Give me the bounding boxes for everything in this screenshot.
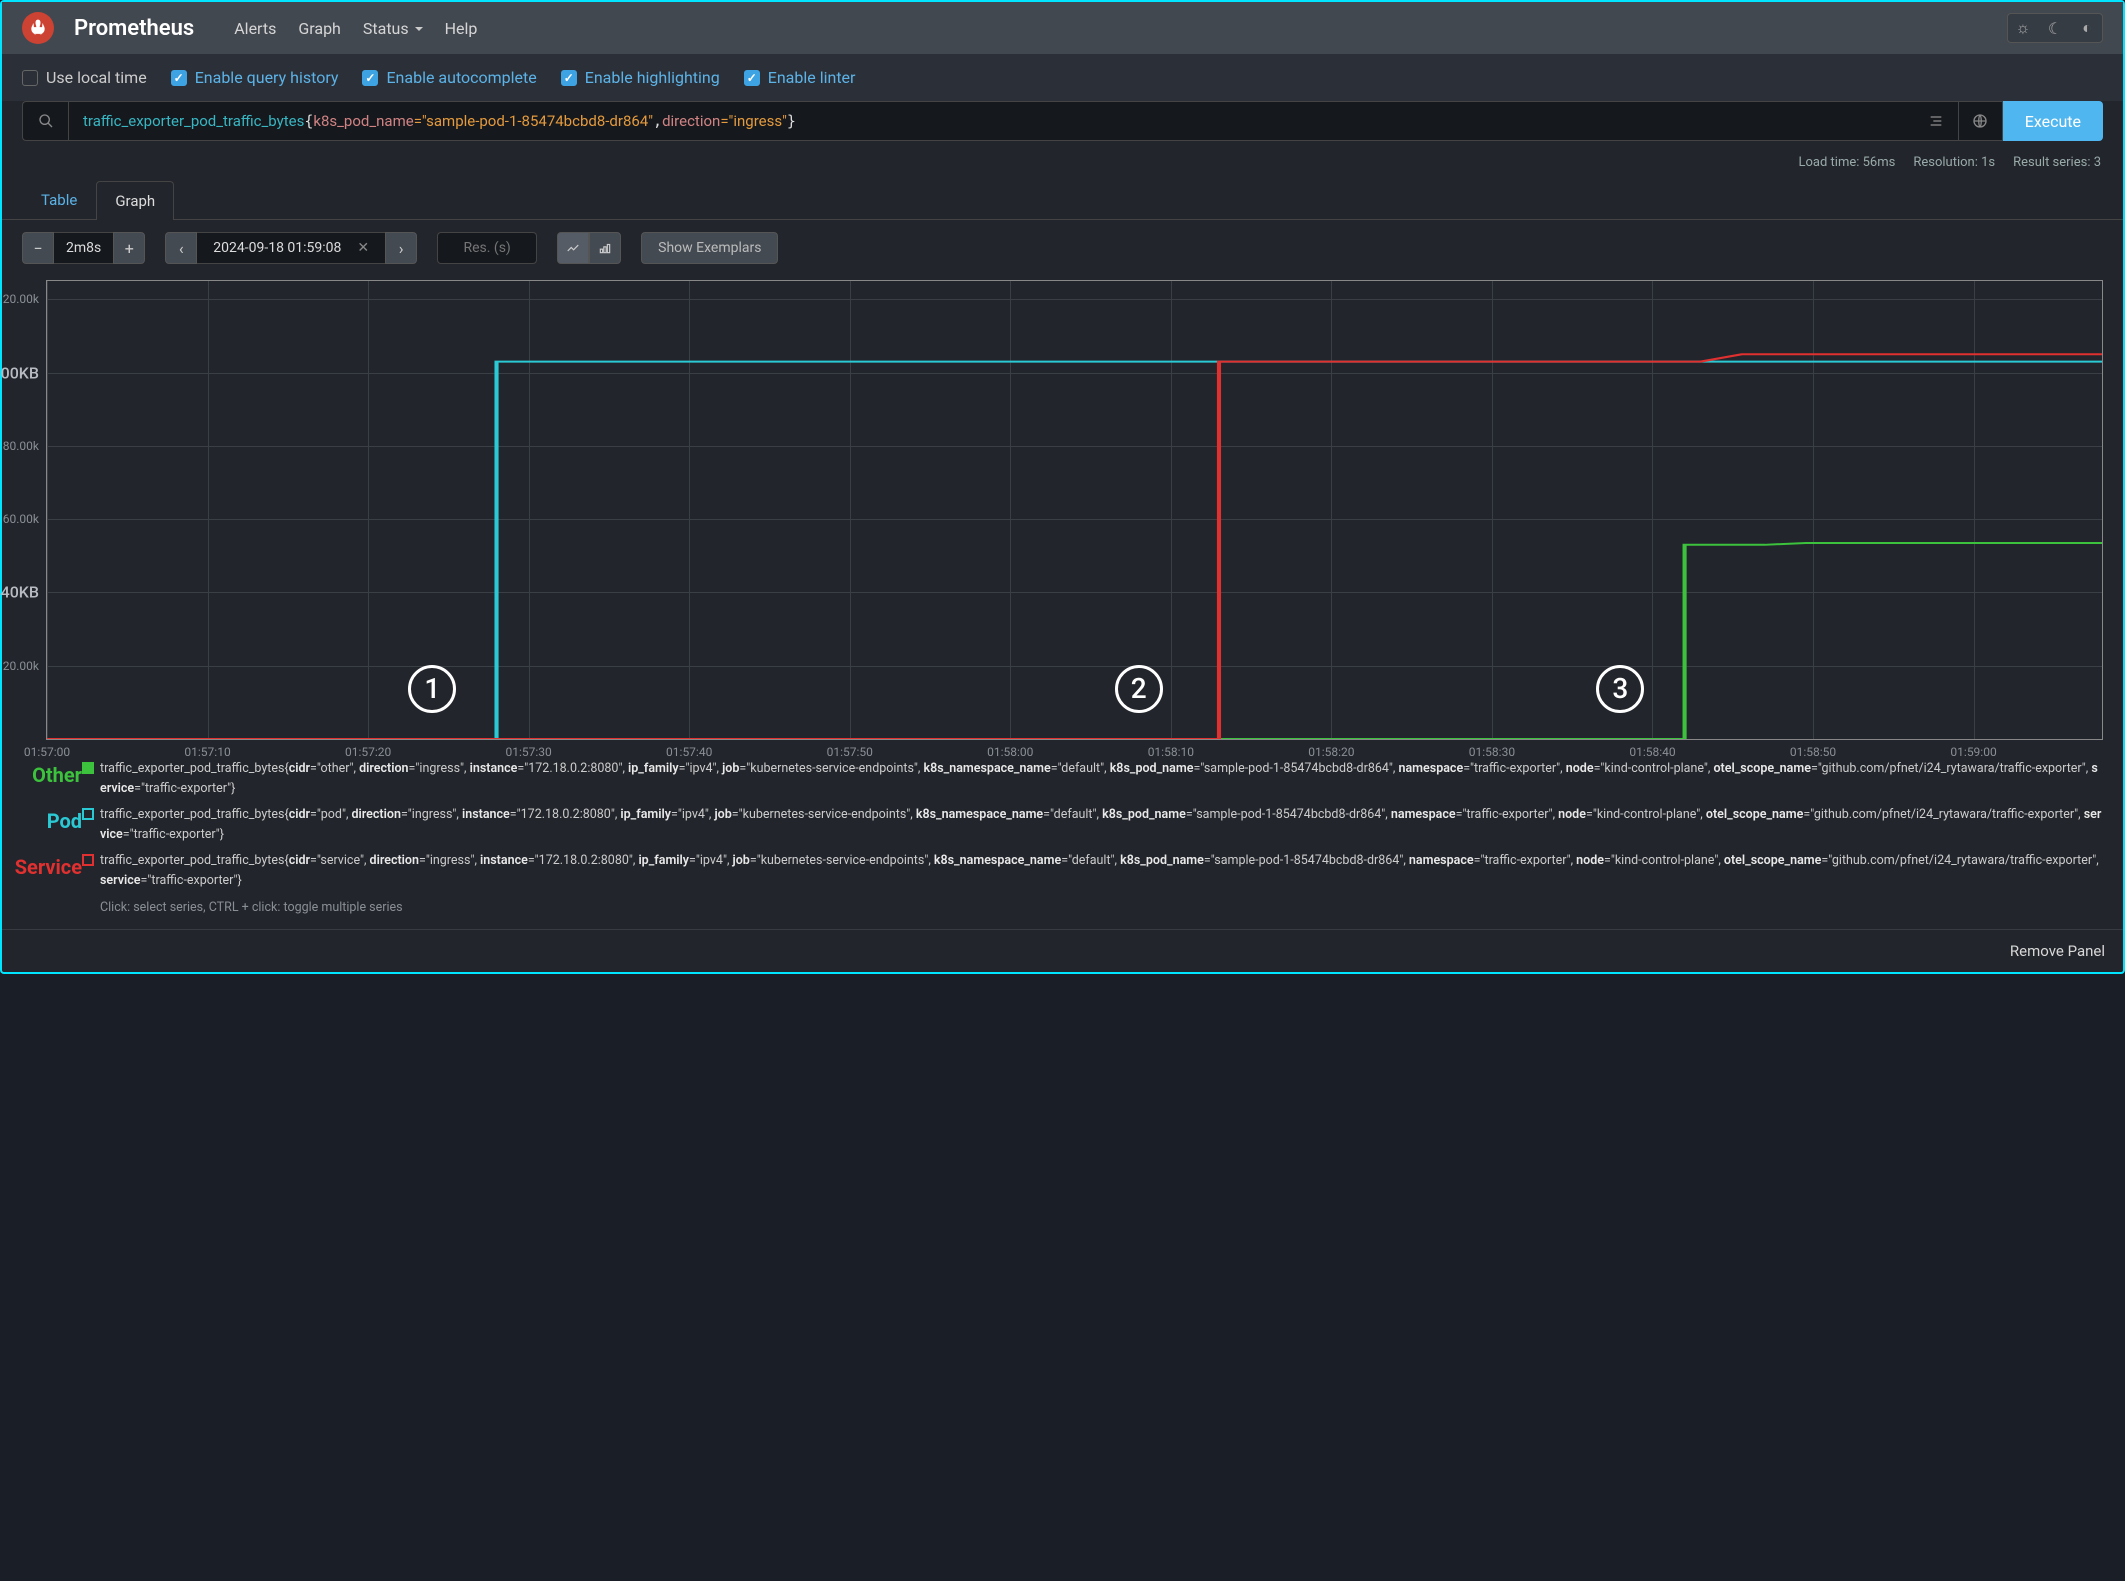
- stacked-chart-icon[interactable]: [589, 232, 621, 264]
- resolution-input[interactable]: [437, 232, 537, 264]
- load-time: Load time: 56ms: [1799, 155, 1896, 170]
- range-decrease-button[interactable]: −: [22, 232, 54, 264]
- nav-graph[interactable]: Graph: [298, 19, 341, 38]
- show-exemplars-button[interactable]: Show Exemplars: [641, 232, 778, 264]
- option-2[interactable]: Enable autocomplete: [362, 68, 536, 87]
- query-row: traffic_exporter_pod_traffic_bytes{k8s_p…: [2, 101, 2123, 151]
- tab-table[interactable]: Table: [22, 180, 96, 219]
- option-label: Use local time: [46, 68, 147, 87]
- sun-icon[interactable]: ☼: [2008, 14, 2038, 42]
- execute-button[interactable]: Execute: [2003, 101, 2103, 141]
- tabs: Table Graph: [2, 180, 2123, 220]
- option-label: Enable linter: [768, 68, 856, 87]
- option-label: Enable query history: [195, 68, 339, 87]
- panel-footer: Remove Panel: [2, 929, 2123, 972]
- legend-row-service[interactable]: Service traffic_exporter_pod_traffic_byt…: [82, 848, 2103, 894]
- option-label: Enable autocomplete: [386, 68, 536, 87]
- legend-text: traffic_exporter_pod_traffic_bytes{cidr=…: [100, 805, 2103, 845]
- checkbox-icon[interactable]: [561, 70, 577, 86]
- moon-icon[interactable]: ☾: [2040, 14, 2070, 42]
- time-value[interactable]: 2024-09-18 01:59:08 ✕: [197, 232, 385, 264]
- legend-annot: Service: [15, 851, 82, 883]
- range-increase-button[interactable]: +: [113, 232, 145, 264]
- checkbox-icon[interactable]: [171, 70, 187, 86]
- query-meta: Load time: 56ms Resolution: 1s Result se…: [2, 151, 2123, 180]
- y-tick: 120.00k: [0, 292, 39, 306]
- y-tick: 20.00k: [3, 659, 39, 673]
- range-value[interactable]: 2m8s: [54, 232, 113, 264]
- nav-alerts[interactable]: Alerts: [234, 19, 276, 38]
- option-1[interactable]: Enable query history: [171, 68, 339, 87]
- y-tick-major: 40KB: [1, 583, 39, 602]
- time-clear-icon[interactable]: ✕: [357, 240, 369, 256]
- time-prev-button[interactable]: ‹: [165, 232, 197, 264]
- line-chart-icon[interactable]: [557, 232, 589, 264]
- nav-status[interactable]: Status: [363, 19, 423, 38]
- legend-swatch-icon: [82, 762, 94, 774]
- brand-title: Prometheus: [74, 16, 194, 41]
- chart[interactable]: 01:57:0001:57:1001:57:2001:57:3001:57:40…: [46, 280, 2103, 740]
- y-tick-major: 100KB: [0, 363, 39, 382]
- legend-annot: Pod: [47, 805, 82, 837]
- legend-swatch-icon: [82, 854, 94, 866]
- checkbox-icon[interactable]: [362, 70, 378, 86]
- y-tick: 60.00k: [3, 512, 39, 526]
- legend-text: traffic_exporter_pod_traffic_bytes{cidr=…: [100, 851, 2103, 891]
- query-input[interactable]: traffic_exporter_pod_traffic_bytes{k8s_p…: [68, 101, 1915, 141]
- checkbox-icon[interactable]: [22, 70, 38, 86]
- option-0[interactable]: Use local time: [22, 68, 147, 87]
- legend-text: traffic_exporter_pod_traffic_bytes{cidr=…: [100, 759, 2103, 799]
- globe-icon[interactable]: [1959, 101, 2003, 141]
- legend-annot: Other: [32, 759, 82, 791]
- tab-graph[interactable]: Graph: [96, 181, 174, 220]
- options-bar: Use local time Enable query history Enable…: [2, 54, 2123, 101]
- annotation-2: 2: [1115, 665, 1163, 713]
- option-label: Enable highlighting: [585, 68, 720, 87]
- format-query-icon[interactable]: [1915, 101, 1959, 141]
- result-series: Result series: 3: [2013, 155, 2101, 170]
- resolution: Resolution: 1s: [1913, 155, 1995, 170]
- legend-swatch-icon: [82, 808, 94, 820]
- prometheus-logo-icon: [22, 12, 54, 44]
- annotation-1: 1: [408, 665, 456, 713]
- option-3[interactable]: Enable highlighting: [561, 68, 720, 87]
- contrast-icon[interactable]: ◐: [2072, 14, 2102, 42]
- graph-controls: − 2m8s + ‹ 2024-09-18 01:59:08 ✕ › Show …: [2, 220, 2123, 276]
- legend-hint: Click: select series, CTRL + click: togg…: [82, 894, 2103, 925]
- option-4[interactable]: Enable linter: [744, 68, 856, 87]
- y-tick: 80.00k: [3, 439, 39, 453]
- navbar: Prometheus Alerts Graph Status Help ☼ ☾ …: [2, 2, 2123, 54]
- legend: Other traffic_exporter_pod_traffic_bytes…: [2, 746, 2123, 929]
- time-text: 2024-09-18 01:59:08: [213, 240, 341, 256]
- remove-panel-link[interactable]: Remove Panel: [2010, 942, 2105, 960]
- theme-toggle-group: ☼ ☾ ◐: [2007, 13, 2103, 43]
- nav-help[interactable]: Help: [445, 19, 478, 38]
- legend-row-other[interactable]: Other traffic_exporter_pod_traffic_bytes…: [82, 756, 2103, 802]
- search-icon[interactable]: [22, 101, 68, 141]
- checkbox-icon[interactable]: [744, 70, 760, 86]
- annotation-3: 3: [1596, 665, 1644, 713]
- legend-row-pod[interactable]: Pod traffic_exporter_pod_traffic_bytes{c…: [82, 802, 2103, 848]
- time-next-button[interactable]: ›: [385, 232, 417, 264]
